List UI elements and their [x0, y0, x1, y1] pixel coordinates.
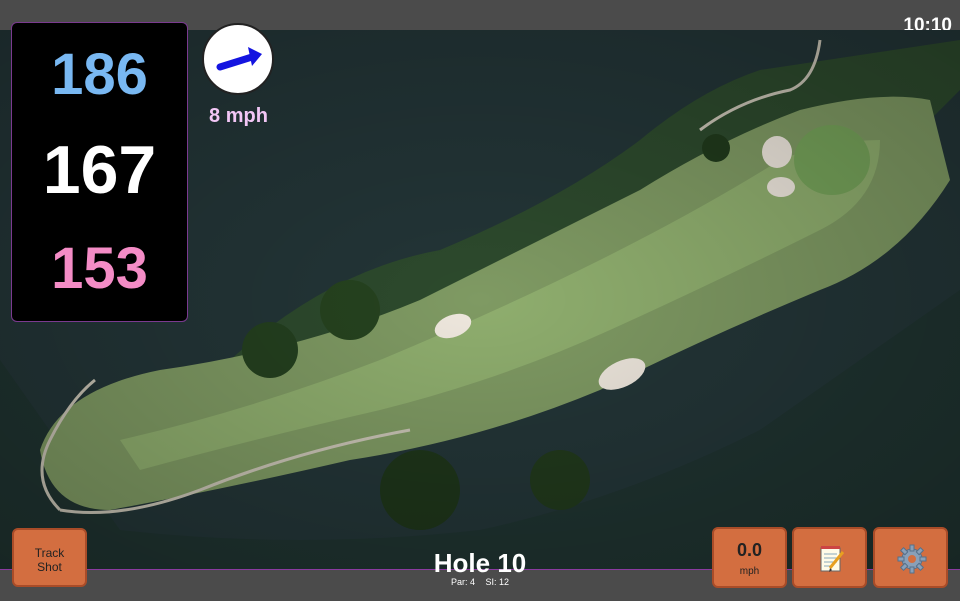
arrow-icon	[216, 47, 262, 71]
wind-indicator[interactable]	[202, 23, 274, 95]
distance-panel: 186 167 153	[11, 22, 188, 322]
notepad-icon	[820, 546, 845, 572]
wind-speed-unit: mph	[739, 566, 760, 577]
track-shot-label-line2: Shot	[37, 560, 62, 574]
track-shot-button[interactable]: Track Shot	[12, 528, 87, 587]
wind-speed-value: 0.0	[736, 540, 763, 560]
notes-button[interactable]	[792, 527, 867, 588]
stroke-index-label: SI: 12	[485, 577, 510, 587]
par-label: Par: 4	[450, 577, 475, 587]
gear-icon	[897, 544, 927, 574]
center-distance: 167	[42, 132, 157, 208]
wind-speed: 8 mph	[209, 105, 268, 127]
hole-info: Par: 4 SI: 12	[380, 577, 580, 587]
hole-title: Hole 10	[433, 548, 527, 578]
back-distance: 186	[51, 42, 148, 107]
front-distance: 153	[51, 236, 148, 301]
wind-speed-button[interactable]: 0.0 mph	[712, 527, 787, 588]
settings-button[interactable]	[873, 527, 948, 588]
track-shot-label-line1: Track	[34, 546, 65, 560]
